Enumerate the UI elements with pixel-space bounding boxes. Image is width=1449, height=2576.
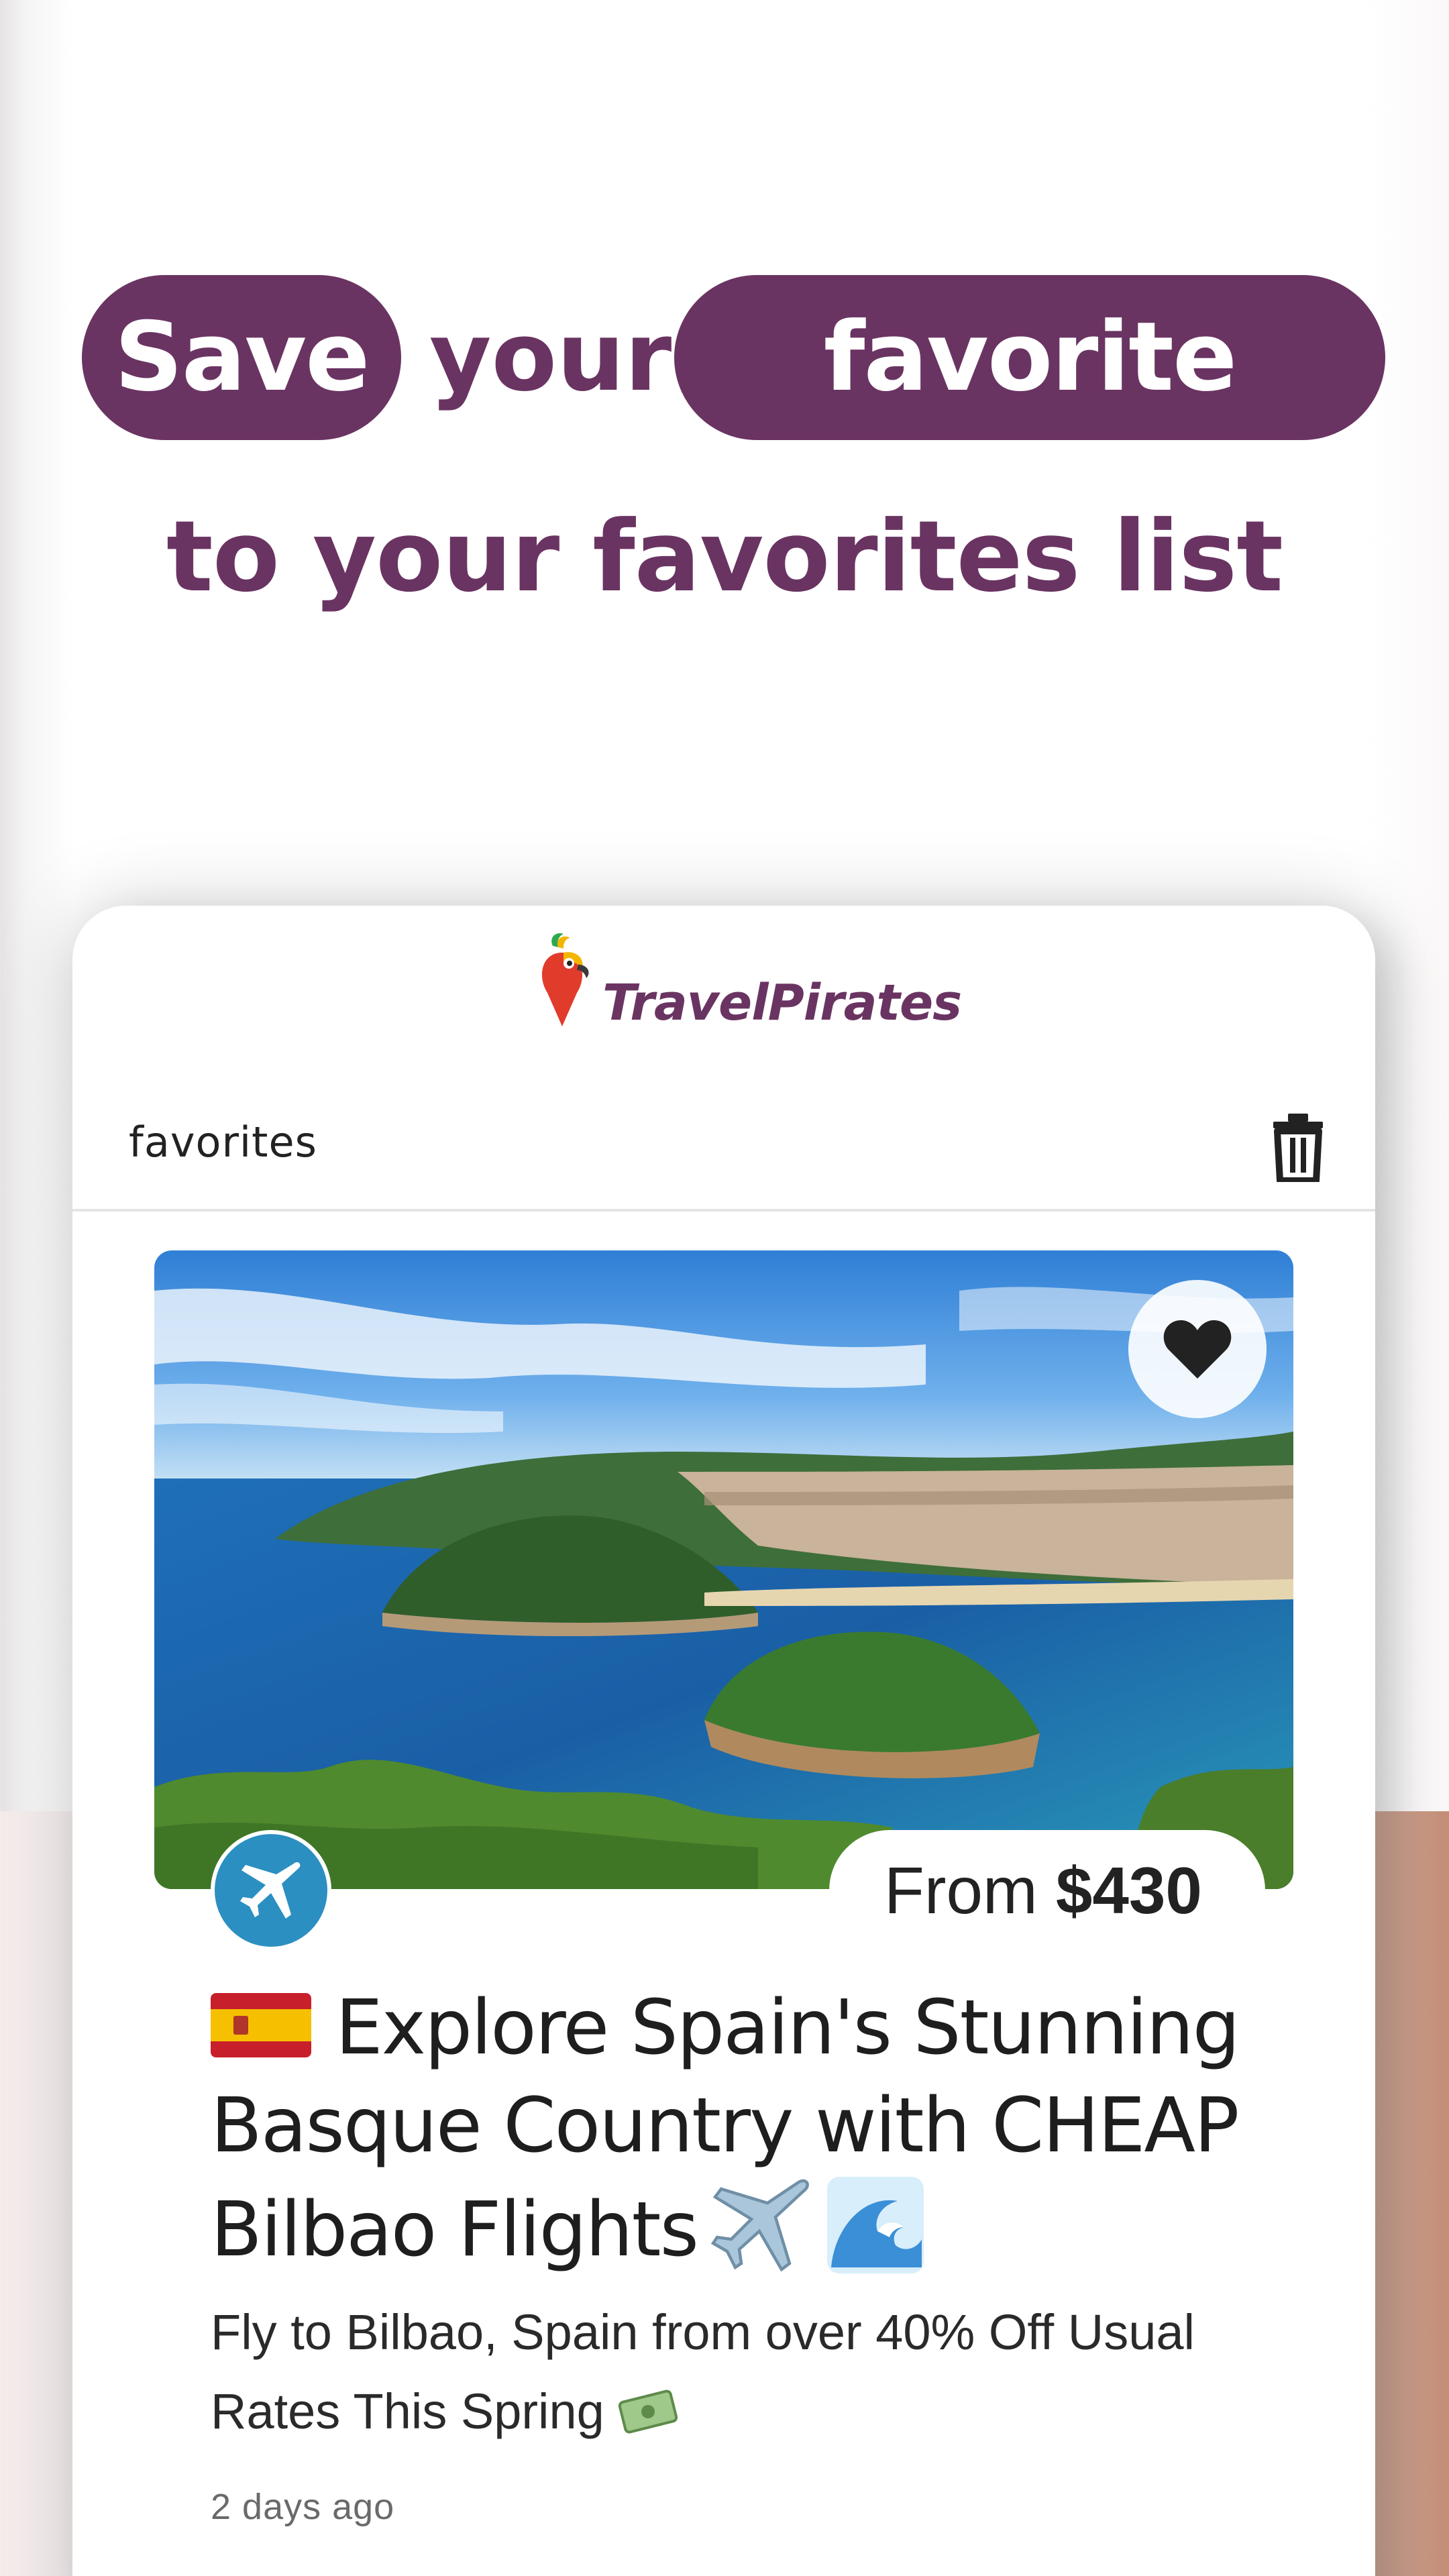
headline-save-pill: Save	[82, 275, 401, 440]
price-value: $430	[1055, 1854, 1202, 1927]
wave-emoji-icon	[826, 2177, 924, 2273]
coastline-image	[154, 1250, 1293, 1889]
headline-word-your: your	[429, 302, 672, 413]
price-label: From $430	[884, 1850, 1202, 1931]
headline-favorite-deals-pill: favorite deals	[674, 275, 1385, 578]
price-prefix: From	[884, 1854, 1038, 1927]
deal-description: Fly to Bilbao, Spain from over 40% Off U…	[211, 2293, 1217, 2451]
trash-icon[interactable]	[1268, 1112, 1328, 1182]
flight-category-badge	[211, 1830, 331, 1951]
posted-timestamp: 2 days ago	[211, 2487, 395, 2527]
app-screen-card: TravelPirates favorites From $430 Explor…	[72, 906, 1375, 2576]
deal-description-text: Fly to Bilbao, Spain from over 40% Off U…	[211, 2304, 1195, 2439]
airplane-emoji-icon	[710, 2179, 809, 2272]
screen-title: favorites	[129, 1118, 317, 1167]
deal-title[interactable]: Explore Spain's Stunning Basque Country …	[211, 1979, 1338, 2279]
heart-icon	[1163, 1320, 1232, 1379]
parrot-logo-icon	[541, 933, 589, 1026]
brand-header[interactable]: TravelPirates	[529, 926, 998, 1033]
spain-flag-icon	[211, 1993, 311, 2057]
deal-photo[interactable]	[154, 1250, 1293, 1889]
money-emoji-icon	[618, 2390, 678, 2434]
brand-name: TravelPirates	[602, 974, 962, 1032]
headline-subline: to your favorites list	[166, 500, 1283, 614]
app-bar: favorites	[72, 1073, 1375, 1212]
favorite-toggle-button[interactable]	[1128, 1280, 1267, 1418]
airplane-icon	[240, 1862, 301, 1919]
headline: Save your favorite deals	[0, 275, 1449, 578]
